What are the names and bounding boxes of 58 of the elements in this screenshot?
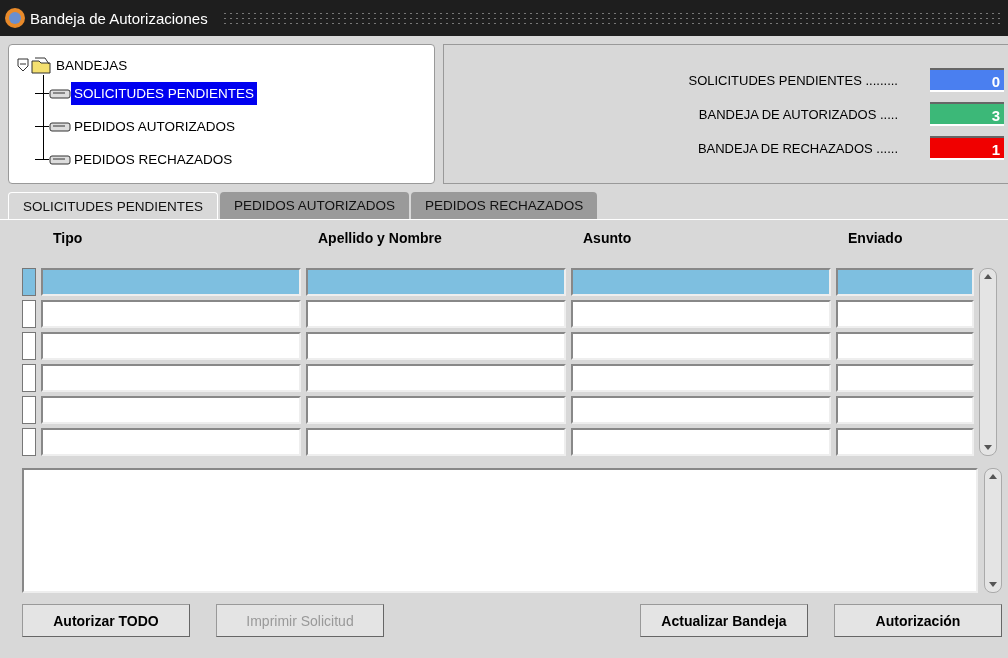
tab[interactable]: PEDIDOS RECHAZADOS: [411, 192, 598, 219]
column-header: Enviado: [847, 230, 904, 248]
column-header: Asunto: [582, 230, 633, 248]
table-cell[interactable]: [571, 396, 831, 424]
tab[interactable]: SOLICITUDES PENDIENTES: [8, 192, 219, 219]
row-selector[interactable]: [22, 396, 36, 424]
counter-label: BANDEJA DE AUTORIZADOS .....: [698, 106, 898, 122]
tab[interactable]: PEDIDOS AUTORIZADOS: [220, 192, 410, 219]
table-cell[interactable]: [836, 364, 974, 392]
tray-icon: [49, 120, 71, 133]
row-selector[interactable]: [22, 428, 36, 456]
table-cell[interactable]: [571, 364, 831, 392]
folder-icon: [31, 56, 51, 74]
counter-value: 0: [930, 68, 1004, 92]
table-cell[interactable]: [836, 300, 974, 328]
column-header: Tipo: [52, 230, 84, 248]
tray-icon: [49, 87, 71, 100]
table-cell[interactable]: [306, 396, 566, 424]
counter-label: SOLICITUDES PENDIENTES .........: [688, 72, 898, 88]
table-cell[interactable]: [836, 428, 974, 456]
tree-node[interactable]: BANDEJAS: [53, 53, 131, 77]
table-cell[interactable]: [306, 364, 566, 392]
table-cell[interactable]: [41, 396, 301, 424]
table-cell[interactable]: [571, 300, 831, 328]
table-cell[interactable]: [306, 268, 566, 296]
table-cell[interactable]: [306, 428, 566, 456]
counter-value: 1: [930, 136, 1004, 160]
table-cell[interactable]: [571, 332, 831, 360]
app-icon: [4, 7, 26, 29]
row-selector[interactable]: [22, 268, 36, 296]
window-title: Bandeja de Autorizaciones: [30, 9, 208, 27]
table-cell[interactable]: [41, 364, 301, 392]
tree-node[interactable]: PEDIDOS AUTORIZADOS: [71, 115, 239, 138]
scrollbar[interactable]: [984, 468, 1002, 593]
row-selector[interactable]: [22, 300, 36, 328]
table-cell[interactable]: [41, 268, 301, 296]
tree-node[interactable]: SOLICITUDES PENDIENTES: [71, 82, 258, 105]
table-cell[interactable]: [41, 428, 301, 456]
table-cell[interactable]: [571, 268, 831, 296]
table-cell[interactable]: [41, 300, 301, 328]
tree-node[interactable]: PEDIDOS RECHAZADOS: [71, 148, 236, 171]
counter-value: 3: [930, 102, 1004, 126]
table-cell[interactable]: [306, 332, 566, 360]
table-cell[interactable]: [306, 300, 566, 328]
table-cell[interactable]: [836, 332, 974, 360]
table-cell[interactable]: [836, 268, 974, 296]
table-cell[interactable]: [41, 332, 301, 360]
tray-icon: [49, 153, 71, 166]
row-selector[interactable]: [22, 364, 36, 392]
action-button[interactable]: Autorización: [834, 604, 1002, 637]
action-button[interactable]: Actualizar Bandeja: [640, 604, 808, 637]
column-header: Apellido y Nombre: [317, 230, 443, 248]
row-selector[interactable]: [22, 332, 36, 360]
table-cell[interactable]: [836, 396, 974, 424]
counter-label: BANDEJA DE RECHAZADOS ......: [697, 140, 898, 156]
scrollbar[interactable]: [979, 268, 997, 456]
action-button[interactable]: Autorizar TODO: [22, 604, 190, 637]
table-cell[interactable]: [571, 428, 831, 456]
